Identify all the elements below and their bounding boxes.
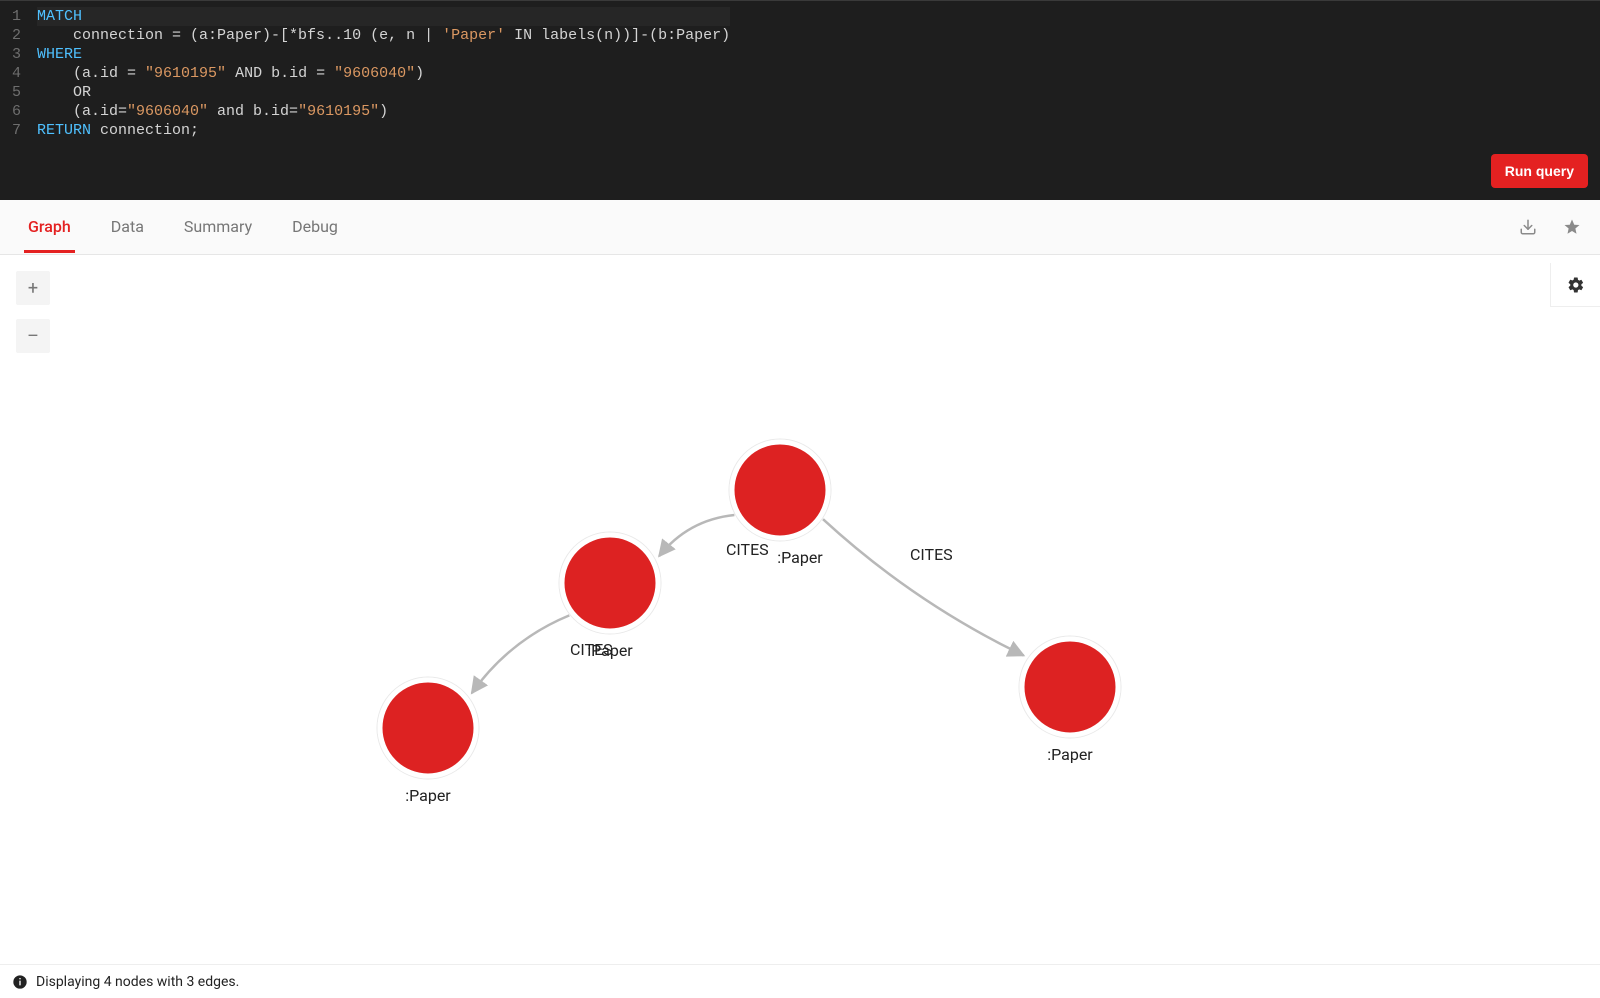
download-icon[interactable] (1506, 205, 1550, 249)
node-label: :Paper (777, 548, 823, 567)
graph-node[interactable] (732, 442, 828, 538)
run-query-button[interactable]: Run query (1491, 154, 1588, 188)
results-tabbar: Graph Data Summary Debug (0, 200, 1600, 255)
edge-label: CITES (910, 545, 953, 564)
graph-node[interactable] (562, 535, 658, 631)
graph-canvas[interactable]: + – CITESCITESCITES :Paper:Paper:Paper:P… (0, 255, 1600, 964)
graph-node[interactable] (380, 680, 476, 776)
graph-node[interactable] (1022, 639, 1118, 735)
tab-graph[interactable]: Graph (24, 201, 75, 253)
graph-edge[interactable] (823, 519, 1024, 655)
graph-svg[interactable]: CITESCITESCITES :Paper:Paper:Paper:Paper (0, 255, 1600, 964)
star-icon[interactable] (1550, 205, 1594, 249)
editor-code[interactable]: MATCH connection = (a:Paper)-[*bfs..10 (… (29, 3, 738, 144)
node-label: :Paper (587, 641, 633, 660)
edge-label: CITES (726, 540, 769, 559)
node-label: :Paper (405, 786, 451, 805)
info-icon (12, 974, 28, 990)
node-label: :Paper (1047, 745, 1093, 764)
tab-data[interactable]: Data (107, 201, 148, 253)
tab-debug[interactable]: Debug (288, 201, 342, 253)
graph-edge[interactable] (472, 615, 570, 693)
editor-gutter: 1234567 (0, 3, 29, 144)
status-bar: Displaying 4 nodes with 3 edges. (0, 964, 1600, 998)
query-editor[interactable]: 1234567 MATCH connection = (a:Paper)-[*b… (0, 0, 1600, 200)
graph-edge[interactable] (659, 515, 734, 556)
tab-summary[interactable]: Summary (180, 201, 256, 253)
status-text: Displaying 4 nodes with 3 edges. (36, 974, 239, 990)
